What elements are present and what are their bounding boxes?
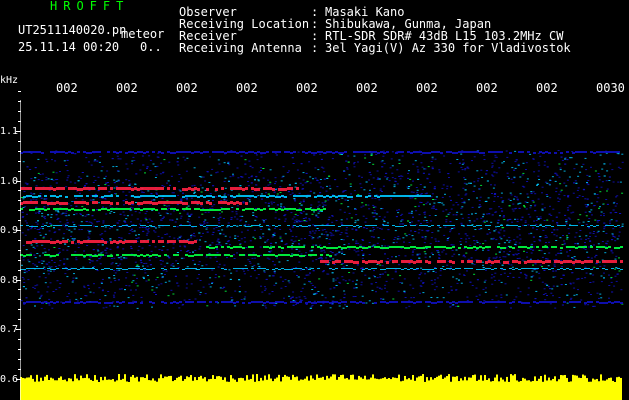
x-tick-label: 002 (536, 81, 558, 95)
x-tick-label: 002 (116, 81, 138, 95)
y-tick-label: 0.8 (0, 275, 19, 286)
spectrogram-image (20, 150, 624, 309)
x-tick-label: 002 (356, 81, 378, 95)
x-tick-label: 002 (296, 81, 318, 95)
y-axis-ticks (16, 91, 21, 400)
y-axis-unit: kHz (0, 75, 19, 86)
spectrogram-plot (16, 91, 624, 400)
x-tick-label: 002 (176, 81, 198, 95)
y-tick-label: 0.9 (0, 225, 19, 236)
x-tick-label: 002 (476, 81, 498, 95)
y-tick-label: 0.6 (0, 374, 19, 385)
x-tick-label: 002 (56, 81, 78, 95)
x-tick-label: 002 (416, 81, 438, 95)
y-tick-label: 0.7 (0, 324, 19, 335)
audio-level-bar (20, 374, 622, 400)
x-tick-label: 002 (236, 81, 258, 95)
y-tick-label: 1.1 (0, 126, 19, 137)
x-tick-label: 0030 (596, 81, 625, 95)
y-tick-label: 1.0 (0, 176, 19, 187)
